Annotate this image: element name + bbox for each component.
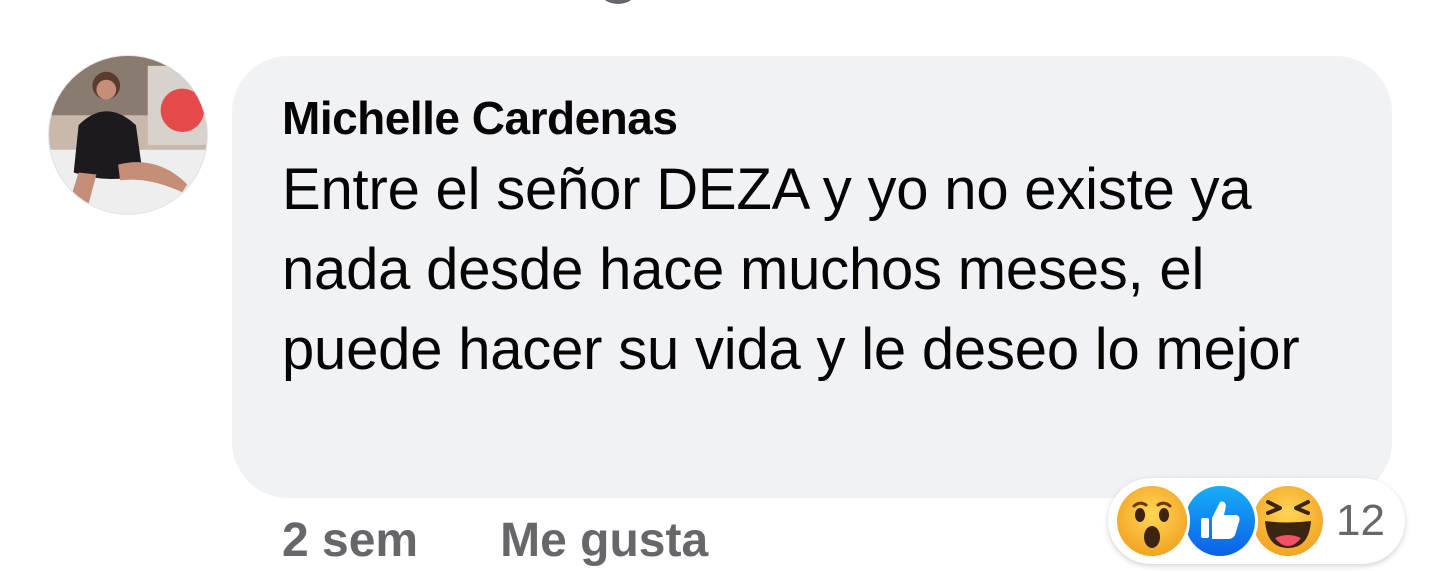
previous-element-fragment	[598, 0, 638, 4]
avatar-photo	[49, 56, 207, 214]
comment-bubble: Michelle Cardenas Entre el señor DEZA y …	[232, 56, 1392, 498]
wow-reaction-icon	[1114, 483, 1190, 559]
comment-text: Entre el señor DEZA y yo no existe ya na…	[282, 157, 1300, 382]
reactions-summary[interactable]: 12	[1108, 478, 1405, 564]
comment-screen: Michelle Cardenas Entre el señor DEZA y …	[0, 0, 1439, 571]
reaction-count: 12	[1336, 496, 1385, 545]
comment-timestamp[interactable]: 2 sem	[282, 513, 418, 568]
avatar[interactable]	[48, 55, 208, 215]
comment-actions: 2 sem Me gusta	[282, 508, 708, 571]
like-reaction-icon	[1182, 483, 1258, 559]
like-button[interactable]: Me gusta	[500, 513, 708, 568]
comment-author[interactable]: Michelle Cardenas	[282, 90, 1352, 146]
haha-reaction-icon	[1250, 483, 1326, 559]
